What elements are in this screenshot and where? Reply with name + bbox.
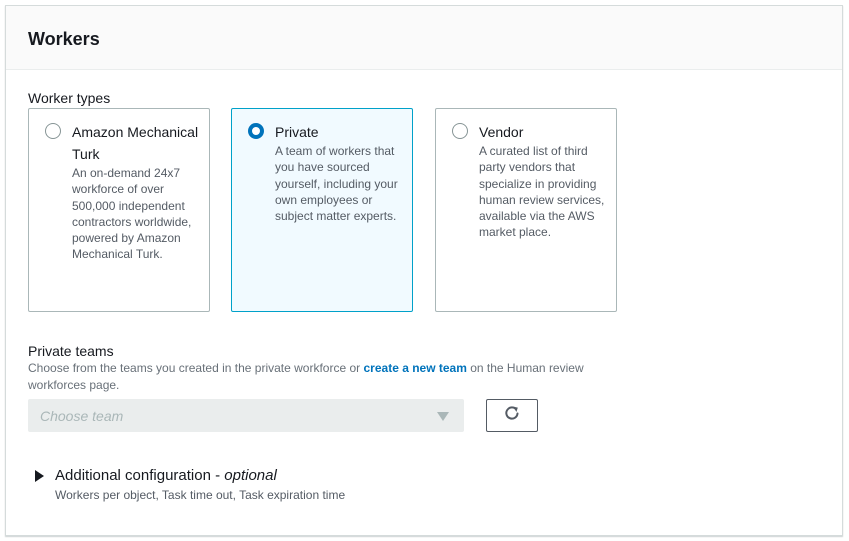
- tile-title: Private: [275, 124, 319, 140]
- additional-configuration-description: Workers per object, Task time out, Task …: [55, 488, 346, 502]
- select-placeholder: Choose team: [40, 408, 124, 424]
- teams-desc-text: Choose from the teams you created in the…: [28, 361, 364, 375]
- worker-types-label: Worker types: [28, 90, 111, 106]
- additional-configuration-title: Additional configuration - optional: [55, 467, 277, 485]
- choose-team-select[interactable]: Choose team: [28, 399, 464, 432]
- worker-type-tile-mechanical-turk[interactable]: Amazon Mechanical Turk An on-demand 24x7…: [28, 108, 210, 312]
- radio-private[interactable]: [248, 123, 264, 139]
- refresh-icon: [503, 404, 521, 427]
- worker-type-tile-vendor[interactable]: Vendor A curated list of third party ven…: [435, 108, 617, 312]
- create-new-team-link[interactable]: create a new team: [364, 361, 467, 375]
- refresh-button[interactable]: [486, 399, 538, 432]
- private-teams-label: Private teams: [28, 343, 114, 359]
- tile-title: Amazon Mechanical Turk: [72, 124, 199, 162]
- caret-right-icon: [35, 470, 44, 482]
- tile-title: Vendor: [479, 124, 524, 140]
- panel-title: Workers: [28, 29, 100, 49]
- optional-label: optional: [224, 467, 277, 484]
- radio-mechanical-turk[interactable]: [45, 123, 61, 139]
- panel-header: Workers: [6, 6, 842, 70]
- worker-type-tile-private[interactable]: Private A team of workers that you have …: [231, 108, 413, 312]
- tile-description: A curated list of third party vendors th…: [479, 144, 605, 240]
- radio-vendor[interactable]: [452, 123, 468, 139]
- tile-description: A team of workers that you have sourced …: [275, 144, 398, 224]
- expander-title-text: Additional configuration -: [55, 467, 225, 484]
- private-teams-description: Choose from the teams you created in the…: [28, 360, 618, 394]
- caret-down-icon: [437, 412, 449, 421]
- tile-description: An on-demand 24x7 workforce of over 500,…: [72, 166, 192, 262]
